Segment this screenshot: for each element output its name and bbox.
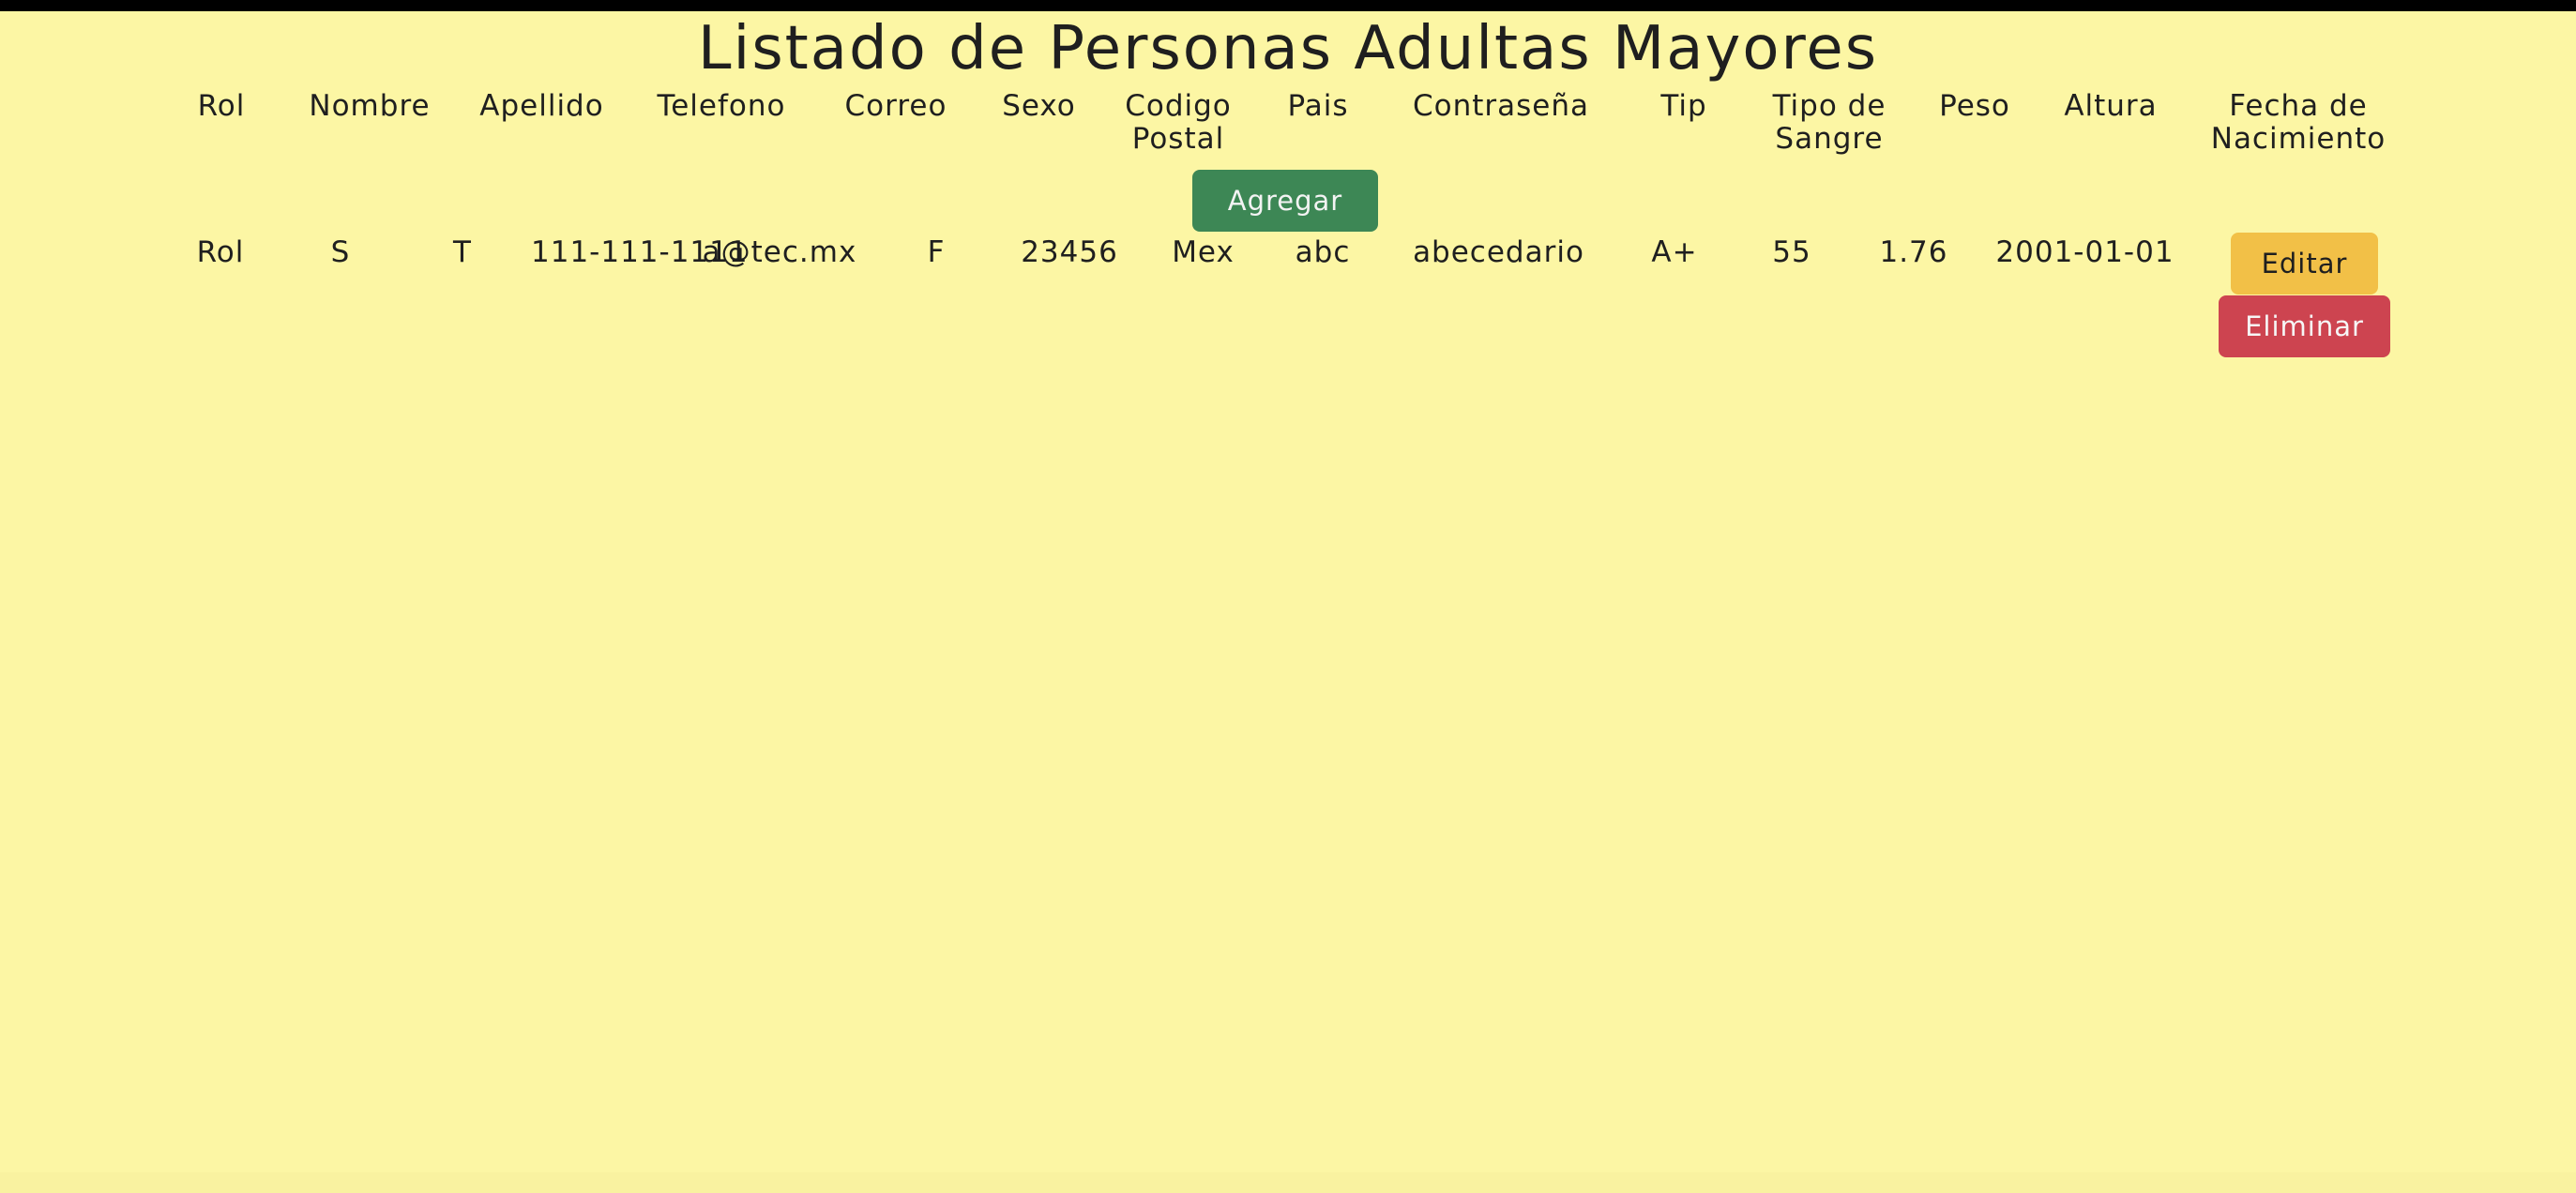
cell-nombre: S bbox=[330, 235, 351, 269]
header-nombre: Nombre bbox=[309, 89, 431, 123]
cell-contrasena: abc bbox=[1295, 235, 1351, 269]
cell-sexo: F bbox=[927, 235, 946, 269]
cell-rol: Rol bbox=[196, 235, 245, 269]
header-sexo: Sexo bbox=[1002, 89, 1076, 123]
header-correo: Correo bbox=[844, 89, 947, 123]
page-bottom-edge bbox=[0, 1172, 2576, 1193]
cell-altura: 1.76 bbox=[1879, 235, 1948, 269]
header-rol: Rol bbox=[197, 89, 246, 123]
header-apellido: Apellido bbox=[479, 89, 604, 123]
header-pais: Pais bbox=[1287, 89, 1349, 123]
cell-tip: abecedario bbox=[1413, 235, 1584, 269]
delete-button[interactable]: Eliminar bbox=[2219, 295, 2390, 357]
header-contrasena: Contraseña bbox=[1412, 89, 1590, 123]
header-codigo-postal: Codigo Postal bbox=[1125, 89, 1232, 156]
cell-pais: Mex bbox=[1172, 235, 1235, 269]
edit-button[interactable]: Editar bbox=[2231, 233, 2378, 294]
header-tipo-de-sangre: Tipo de Sangre bbox=[1772, 89, 1887, 156]
header-tip: Tip bbox=[1660, 89, 1707, 123]
add-button[interactable]: Agregar bbox=[1192, 170, 1378, 232]
cell-peso: 55 bbox=[1772, 235, 1811, 269]
header-fecha-de-nacimiento: Fecha de Nacimiento bbox=[2210, 89, 2387, 156]
header-telefono: Telefono bbox=[657, 89, 786, 123]
cell-fecha-de-nacimiento: 2001-01-01 bbox=[1995, 235, 2174, 269]
header-peso: Peso bbox=[1939, 89, 2010, 123]
top-bar bbox=[0, 0, 2576, 11]
cell-telefono: 111-111-1111 bbox=[531, 235, 749, 269]
cell-correo: a@tec.mx bbox=[702, 235, 857, 269]
cell-tipo-de-sangre: A+ bbox=[1651, 235, 1698, 269]
cell-apellido: T bbox=[453, 235, 472, 269]
cell-codigo-postal: 23456 bbox=[1021, 235, 1118, 269]
page-title: Listado de Personas Adultas Mayores bbox=[697, 14, 1879, 83]
header-altura: Altura bbox=[2064, 89, 2158, 123]
